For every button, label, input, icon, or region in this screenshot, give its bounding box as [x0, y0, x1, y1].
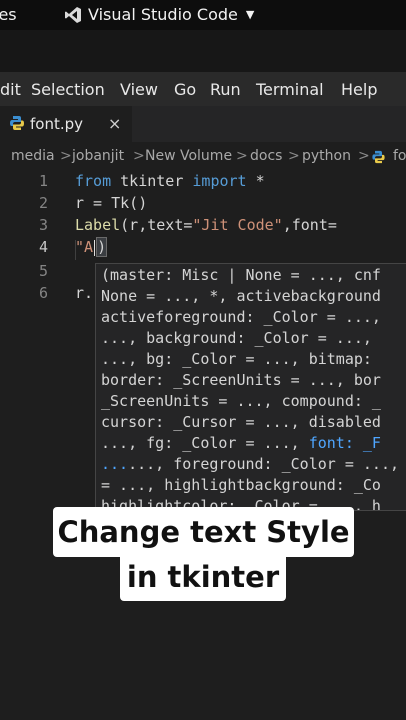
signature-line: (master: Misc | None = ..., cnf [101, 266, 381, 284]
module-name: tkinter [111, 172, 193, 190]
caption-line-2: in tkinter [120, 553, 286, 601]
active-parameter-font: font: _F [308, 434, 381, 452]
editor-empty-area [0, 620, 406, 720]
breadcrumb-item-python[interactable]: python [302, 148, 351, 164]
string-literal: "Jit Code" [192, 216, 283, 234]
text-cursor [94, 239, 96, 256]
system-top-bar: ies Visual Studio Code ▼ [0, 0, 406, 30]
menu-view[interactable]: View [120, 80, 158, 99]
line-number: 1 [38, 172, 48, 190]
signature-line: ..., bg: _Color = ..., bitmap: [101, 350, 381, 368]
tab-bar: font.py × [0, 106, 406, 142]
code-line-1: from tkinter import * [75, 172, 265, 190]
activities-label[interactable]: ies [0, 5, 17, 24]
python-file-icon [10, 116, 24, 130]
breadcrumb: media > jobanjit > New Volume > docs > p… [0, 142, 406, 170]
signature-line: ..., fg: _Color = ..., font: _F [101, 434, 381, 452]
line-number: 2 [38, 194, 48, 212]
line-number: 3 [38, 216, 48, 234]
import-star: * [246, 172, 265, 190]
signature-line: activeforeground: _Color = ..., [101, 308, 381, 326]
signature-line: cursor: _Cursor = ..., disabled [101, 413, 381, 431]
breadcrumb-separator: > [288, 148, 300, 164]
breadcrumb-separator: > [358, 148, 370, 164]
code-line-3: Label(r,text="Jit Code",font= [75, 216, 337, 234]
tab-close-icon[interactable]: × [108, 114, 121, 133]
breadcrumb-item-docs[interactable]: docs [250, 148, 282, 164]
code-line-2: r = Tk() [75, 194, 148, 212]
breadcrumb-separator: > [236, 148, 248, 164]
signature-ellipsis: ... [101, 455, 129, 473]
breadcrumb-separator: > [133, 148, 145, 164]
menu-edit[interactable]: dit [0, 80, 21, 99]
menu-terminal[interactable]: Terminal [256, 80, 324, 99]
code-args: (r,text= [120, 216, 193, 234]
breadcrumb-item-new-volume[interactable]: New Volume [145, 148, 232, 164]
vscode-logo-icon [65, 6, 81, 23]
line-number: 4 [38, 238, 48, 256]
python-file-icon [372, 150, 385, 164]
code-args: ,font= [282, 216, 337, 234]
menu-help[interactable]: Help [341, 80, 377, 99]
menu-selection[interactable]: Selection [31, 80, 105, 99]
keyword-from: from [75, 172, 112, 190]
menu-run[interactable]: Run [210, 80, 241, 99]
menu-bar: dit Selection View Go Run Terminal Help [0, 72, 406, 106]
signature-help-popup[interactable]: (master: Misc | None = ..., cnf None = .… [95, 263, 406, 511]
keyword-import: import [192, 172, 247, 190]
breadcrumb-separator: > [60, 148, 72, 164]
caption-line-1: Change text Style [53, 507, 354, 557]
function-label: Label [75, 216, 121, 234]
code-line-4: "A) [75, 237, 108, 257]
tab-font-py[interactable]: font.py × [0, 106, 132, 142]
signature-text: ..., foreground: _Color = ..., [128, 455, 406, 473]
signature-line: = ..., highlightbackground: _Co [101, 476, 381, 494]
breadcrumb-item-jobanjit[interactable]: jobanjit [72, 148, 124, 164]
tab-filename: font.py [30, 115, 84, 133]
string-literal: "A [75, 238, 94, 256]
signature-line: None = ..., *, activebackground [101, 287, 381, 305]
signature-text: ..., fg: _Color = ..., [101, 434, 309, 452]
title-area [0, 30, 406, 72]
signature-line: _ScreenUnits = ..., compound: _ [101, 392, 381, 410]
signature-line: ..., background: _Color = ..., [101, 329, 381, 347]
code-line-6: r. [75, 284, 94, 302]
app-menu[interactable]: Visual Studio Code ▼ [64, 5, 254, 24]
app-name: Visual Studio Code [88, 5, 238, 24]
line-number: 6 [38, 284, 48, 302]
app-menu-caret-icon: ▼ [245, 8, 255, 21]
breadcrumb-item-media[interactable]: media [11, 148, 55, 164]
matching-paren: ) [96, 237, 108, 257]
menu-go[interactable]: Go [174, 80, 196, 99]
breadcrumb-item-file[interactable]: fo [393, 148, 406, 164]
signature-line: border: _ScreenUnits = ..., bor [101, 371, 381, 389]
line-number: 5 [38, 262, 48, 280]
signature-line: ......, foreground: _Color = ..., [101, 455, 406, 473]
